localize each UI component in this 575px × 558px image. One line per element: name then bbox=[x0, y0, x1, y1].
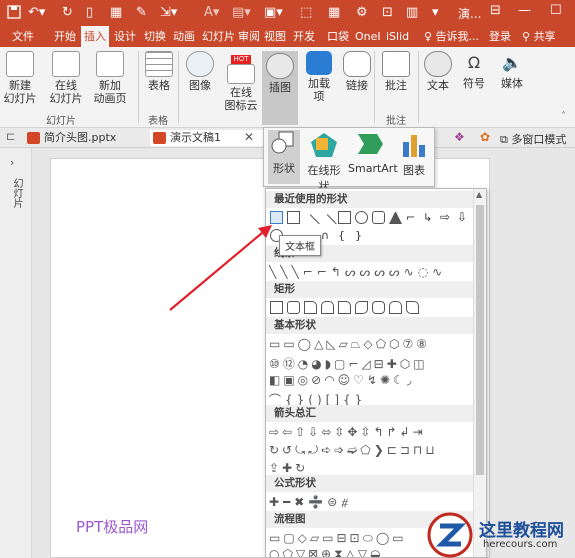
logo-mark-icon bbox=[427, 512, 473, 558]
site-logo: 这里教程网 herecours.com bbox=[425, 512, 575, 558]
logo-title: 这里教程网 bbox=[479, 521, 564, 541]
logo-url: herecours.com bbox=[483, 539, 558, 550]
annotation-arrow bbox=[169, 225, 272, 311]
